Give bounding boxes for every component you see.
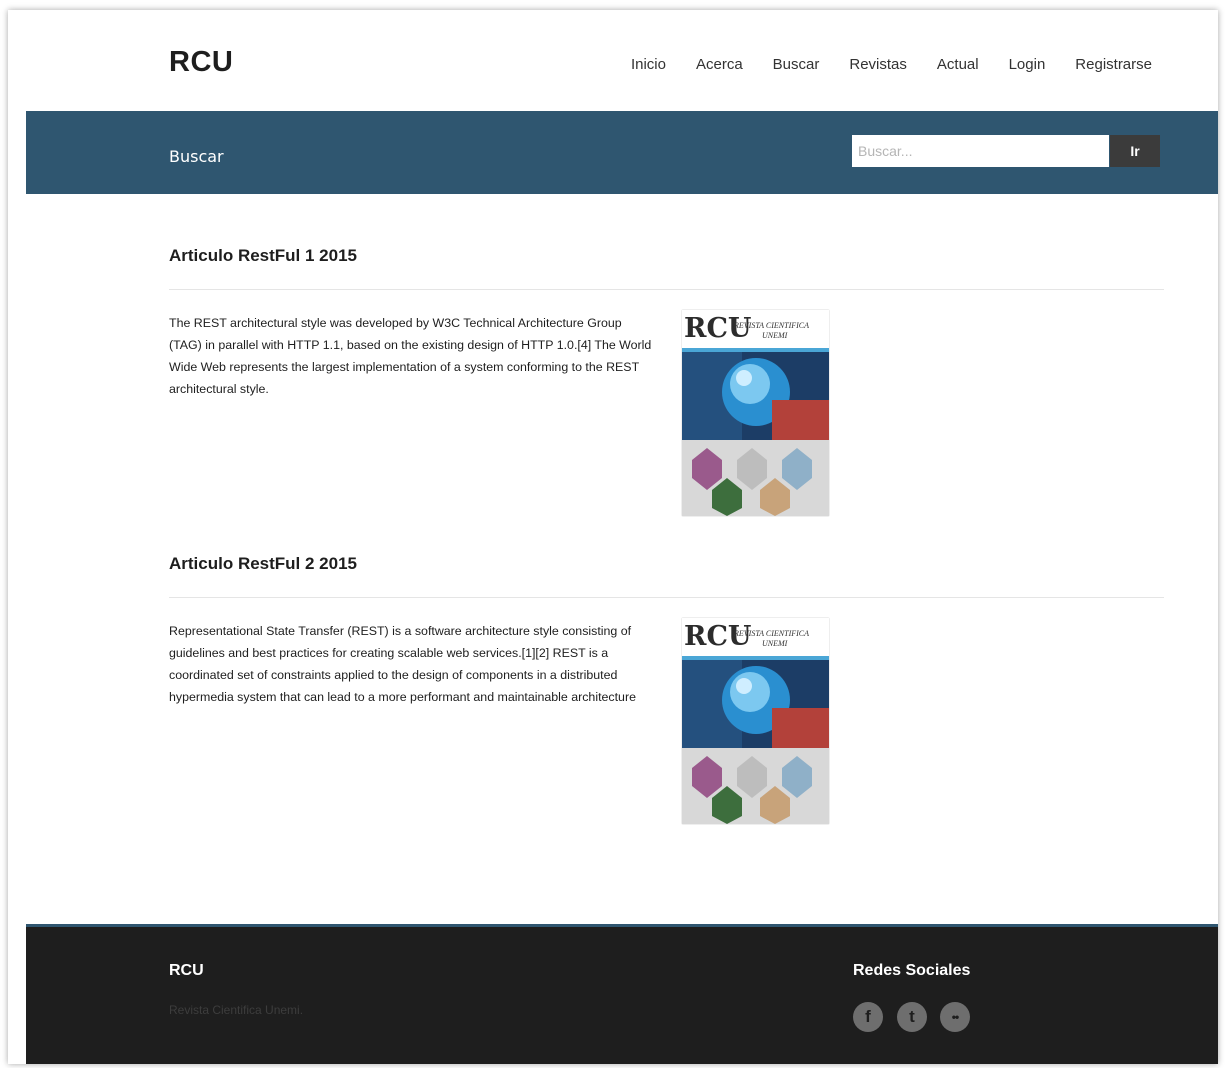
article-item: Articulo RestFul 1 2015 The REST archite…: [169, 246, 1164, 516]
page-title: Buscar: [169, 147, 224, 166]
article-body: The REST architectural style was develop…: [169, 316, 652, 396]
cover-line1: REVISTA CIENTIFICA: [733, 629, 809, 638]
article-title[interactable]: Articulo RestFul 2 2015: [169, 554, 1164, 574]
nav-inicio[interactable]: Inicio: [631, 56, 666, 73]
footer-subtitle: Revista Cientifica Unemi.: [169, 1003, 304, 1017]
article-title[interactable]: Articulo RestFul 1 2015: [169, 246, 1164, 266]
divider: [169, 597, 1164, 598]
article-item: Articulo RestFul 2 2015 Representational…: [169, 554, 1164, 824]
nav-login[interactable]: Login: [1009, 56, 1046, 73]
journal-cover-image[interactable]: RCU REVISTA CIENTIFICA UNEMI: [682, 310, 829, 516]
cover-line1: REVISTA CIENTIFICA: [733, 321, 809, 330]
site-logo[interactable]: RCU: [169, 46, 233, 79]
cover-line2: UNEMI: [762, 639, 788, 648]
nav-registrarse[interactable]: Registrarse: [1075, 56, 1152, 73]
cover-line2: UNEMI: [762, 331, 788, 340]
social-heading: Redes Sociales: [853, 962, 971, 979]
journal-cover-art: RCU REVISTA CIENTIFICA UNEMI: [682, 310, 829, 516]
search-band: Buscar Ir: [26, 111, 1218, 194]
site-header: RCU Inicio Acerca Buscar Revistas Actual…: [8, 10, 1218, 111]
divider: [169, 289, 1164, 290]
search-button[interactable]: Ir: [1110, 135, 1160, 167]
twitter-icon[interactable]: t: [897, 1002, 927, 1032]
journal-cover-art: RCU REVISTA CIENTIFICA UNEMI: [682, 618, 829, 824]
site-footer: RCU Revista Cientifica Unemi. Redes Soci…: [26, 924, 1218, 1064]
nav-acerca[interactable]: Acerca: [696, 56, 743, 73]
nav-buscar[interactable]: Buscar: [773, 56, 820, 73]
nav-revistas[interactable]: Revistas: [849, 56, 907, 73]
footer-brand: RCU: [169, 962, 204, 979]
page-frame: RCU Inicio Acerca Buscar Revistas Actual…: [8, 10, 1218, 1064]
journal-cover-image[interactable]: RCU REVISTA CIENTIFICA UNEMI: [682, 618, 829, 824]
main-nav: Inicio Acerca Buscar Revistas Actual Log…: [601, 56, 1152, 73]
flickr-icon[interactable]: ••: [940, 1002, 970, 1032]
nav-actual[interactable]: Actual: [937, 56, 979, 73]
search-input[interactable]: [852, 135, 1109, 167]
facebook-icon[interactable]: f: [853, 1002, 883, 1032]
article-body: Representational State Transfer (REST) i…: [169, 624, 636, 704]
